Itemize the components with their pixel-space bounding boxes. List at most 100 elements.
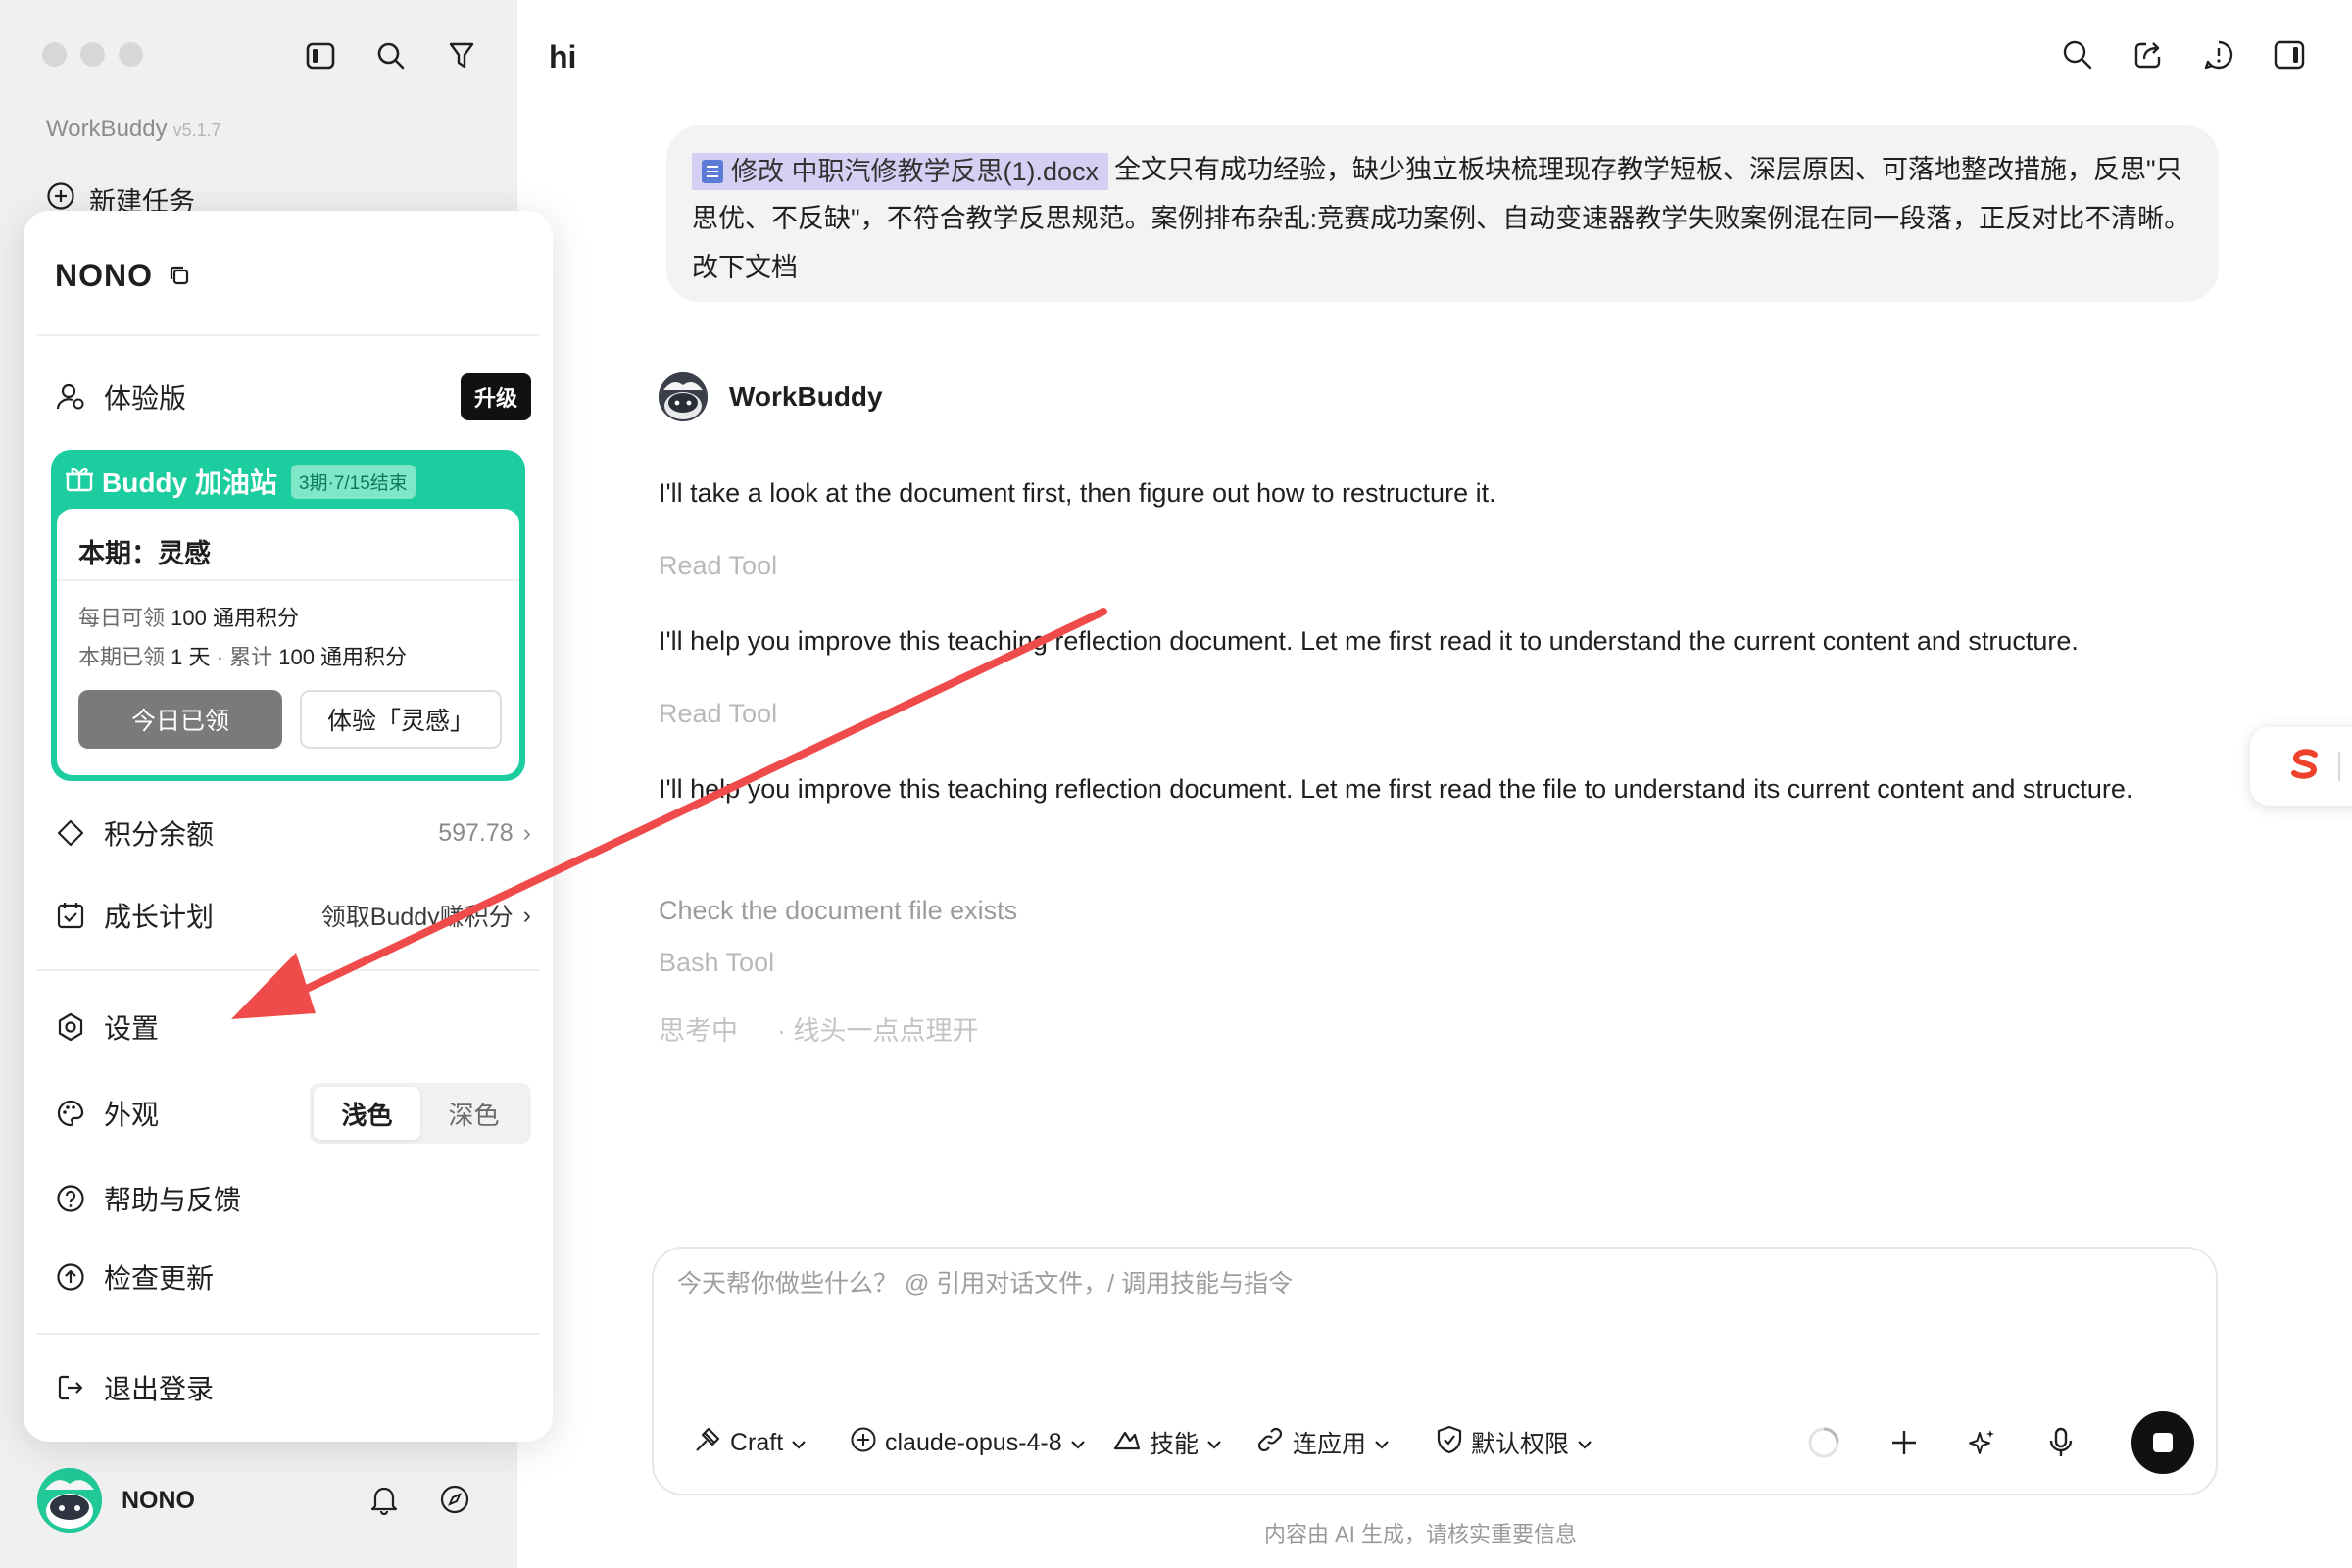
- buddy-card-body: 本期：灵感 每日可领 100 通用积分 本期已领 1 天 · 累计 100 通用…: [57, 509, 519, 775]
- appearance-row: 外观 浅色 深色: [53, 1083, 531, 1144]
- attached-file-chip[interactable]: 修改 中职汽修教学反思(1).docx: [692, 152, 1109, 190]
- popup-username: NONO: [55, 258, 153, 293]
- growth-plan-row[interactable]: 成长计划 领取Buddy赚积分 ›: [53, 891, 531, 940]
- window-close-button[interactable]: [42, 42, 67, 67]
- share-icon[interactable]: [2129, 35, 2168, 74]
- assistant-header: WorkBuddy: [659, 372, 883, 421]
- sogou-s-icon: [2285, 745, 2325, 789]
- upgrade-button[interactable]: 升级: [460, 373, 531, 420]
- sidebar-toggle-icon[interactable]: [302, 37, 339, 74]
- chevron-down-icon: [791, 1429, 807, 1457]
- logout-icon: [53, 1370, 88, 1405]
- model-selector[interactable]: claude-opus-4-8: [850, 1421, 1086, 1464]
- link-icon: [1255, 1425, 1285, 1461]
- check-update-menu-item[interactable]: 检查更新: [53, 1252, 531, 1301]
- tool-call-read[interactable]: Read Tool: [659, 699, 777, 729]
- help-label: 帮助与反馈: [104, 1185, 242, 1215]
- settings-menu-item[interactable]: 设置: [53, 1003, 531, 1052]
- daily-stat: 每日可领 100 通用积分: [78, 606, 299, 630]
- assistant-message: I'll help you improve this teaching refl…: [659, 774, 2133, 804]
- stop-icon: [2153, 1433, 2173, 1452]
- theme-toggle: 浅色 深色: [310, 1083, 531, 1144]
- claimed-days: 1 天: [171, 645, 211, 669]
- skills-selector[interactable]: 技能: [1112, 1421, 1222, 1464]
- gift-icon: [65, 464, 94, 500]
- history-icon[interactable]: [2199, 35, 2238, 74]
- divider: [37, 334, 539, 336]
- model-label: claude-opus-4-8: [885, 1428, 1062, 1456]
- points-balance-row[interactable]: 积分余额 597.78 ›: [53, 808, 531, 858]
- thinking-detail: · 线头一点点理开: [777, 1016, 979, 1046]
- popup-user-header: NONO: [55, 258, 190, 294]
- user-icon: [53, 379, 88, 415]
- thinking-indicator: 思考中 · 线头一点点理开: [659, 1009, 979, 1048]
- filter-icon[interactable]: [443, 37, 480, 74]
- buddy-badge: 3期·7/15结束: [290, 464, 416, 499]
- microphone-icon[interactable]: [2039, 1421, 2082, 1464]
- upload-circle-icon: [53, 1259, 88, 1295]
- palette-icon: [53, 1096, 88, 1131]
- chat-input[interactable]: [677, 1270, 2186, 1298]
- sidebar-user-bar: NONO: [37, 1466, 488, 1535]
- chevron-down-icon: [1374, 1429, 1390, 1457]
- assistant-avatar: [659, 372, 708, 421]
- app-version: v5.1.7: [172, 121, 221, 140]
- permission-label: 默认权限: [1471, 1431, 1570, 1458]
- connect-apps-selector[interactable]: 连应用: [1255, 1421, 1390, 1464]
- step-title: Check the document file exists: [659, 896, 1018, 925]
- help-feedback-menu-item[interactable]: 帮助与反馈: [53, 1174, 531, 1223]
- tool-call-bash[interactable]: Bash Tool: [659, 948, 774, 978]
- claimed-today-button[interactable]: 今日已领: [78, 690, 282, 749]
- tool-call-read[interactable]: Read Tool: [659, 551, 777, 581]
- update-label: 检查更新: [104, 1263, 215, 1294]
- diamond-icon: [53, 815, 88, 851]
- buddy-title: Buddy 加油站: [102, 467, 277, 498]
- mode-label: Craft: [730, 1428, 784, 1456]
- stop-generation-button[interactable]: [2132, 1411, 2194, 1474]
- add-icon[interactable]: [1883, 1421, 1926, 1464]
- panel-toggle-icon[interactable]: [2270, 35, 2309, 74]
- logout-menu-item[interactable]: 退出登录: [53, 1363, 531, 1412]
- period-label: 本期：灵感: [78, 539, 211, 568]
- chevron-down-icon: [1206, 1429, 1222, 1457]
- points-label: 积分余额: [104, 819, 215, 850]
- thinking-label: 思考中: [659, 1016, 738, 1046]
- try-inspiration-button[interactable]: 体验「灵感」: [300, 690, 502, 749]
- growth-value: 领取Buddy赚积分: [320, 904, 514, 931]
- apps-label: 连应用: [1293, 1431, 1367, 1458]
- search-icon[interactable]: [2058, 35, 2097, 74]
- avatar[interactable]: [37, 1468, 102, 1533]
- points-value: 597.78: [438, 818, 514, 847]
- window-zoom-button[interactable]: [119, 42, 143, 67]
- window-minimize-button[interactable]: [80, 42, 105, 67]
- settings-icon: [53, 1009, 88, 1045]
- app-name: WorkBuddy v5.1.7: [46, 116, 221, 142]
- mode-selector[interactable]: Craft: [693, 1421, 807, 1464]
- settings-label: 设置: [104, 1013, 160, 1044]
- help-icon: [53, 1181, 88, 1216]
- page-title: hi: [549, 39, 577, 74]
- chevron-right-icon: ›: [522, 901, 531, 929]
- search-icon[interactable]: [372, 37, 410, 74]
- docx-file-icon: [702, 159, 723, 183]
- chat-input-box: Craft claude-opus-4-8 技能 连应用 默认权限: [652, 1247, 2218, 1495]
- sparkle-icon[interactable]: [1961, 1421, 2004, 1464]
- floating-assistant-tab[interactable]: [2250, 727, 2352, 806]
- compass-icon[interactable]: [437, 1482, 472, 1517]
- theme-dark-option[interactable]: 深色: [420, 1087, 527, 1140]
- skills-label: 技能: [1150, 1431, 1200, 1458]
- loading-spinner-icon: [1802, 1421, 1845, 1464]
- plus-circle-icon: [850, 1426, 877, 1460]
- skills-icon: [1112, 1425, 1142, 1461]
- copy-icon[interactable]: [169, 258, 190, 294]
- permission-selector[interactable]: 默认权限: [1436, 1421, 1592, 1464]
- plan-label: 体验版: [104, 383, 187, 414]
- sidebar-username[interactable]: NONO: [122, 1487, 195, 1515]
- claimed-stat: 本期已领 1 天 · 累计 100 通用积分: [78, 645, 408, 669]
- divider: [2338, 752, 2340, 781]
- bell-icon[interactable]: [367, 1482, 402, 1517]
- chevron-down-icon: [1070, 1429, 1086, 1457]
- theme-light-option[interactable]: 浅色: [314, 1087, 420, 1140]
- assistant-message: I'll help you improve this teaching refl…: [659, 626, 2079, 656]
- shield-check-icon: [1436, 1425, 1463, 1461]
